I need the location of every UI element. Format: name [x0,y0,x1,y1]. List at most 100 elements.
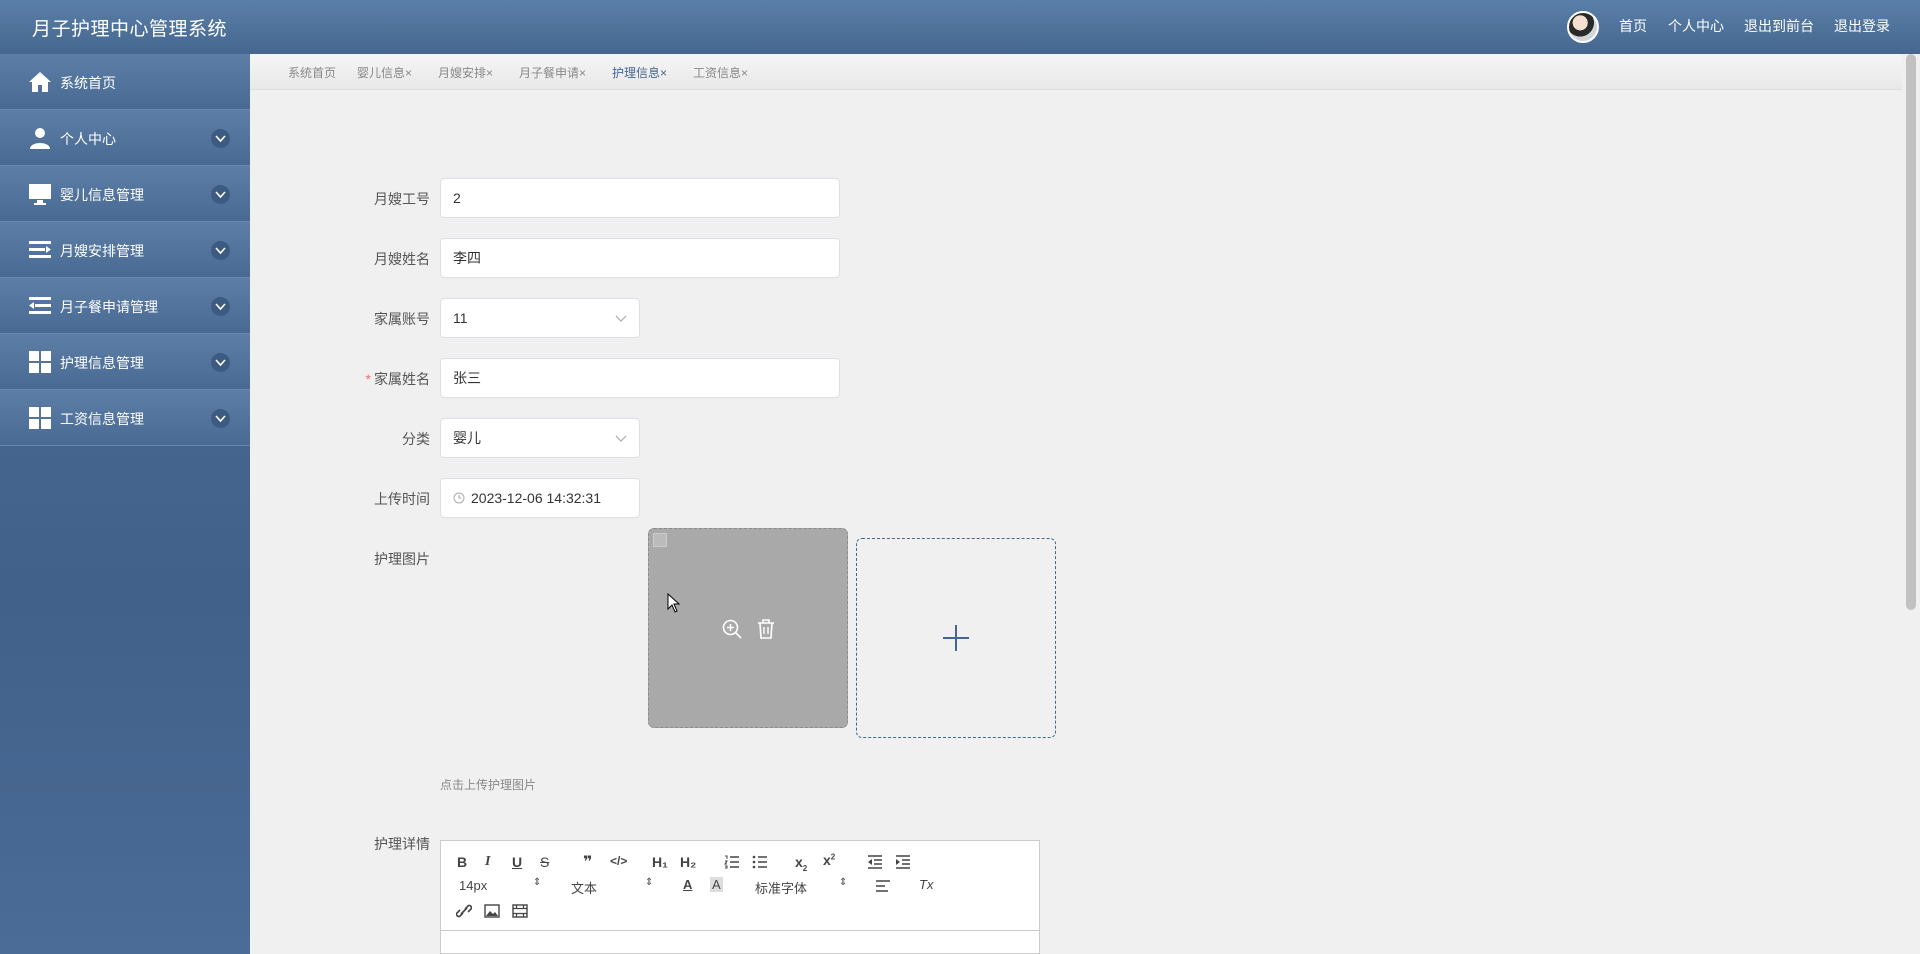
image-icon[interactable] [484,904,500,918]
sidebar-item-nursing[interactable]: 护理信息管理 [0,334,250,390]
h1-button[interactable]: H₁ [652,854,668,870]
monitor-icon [29,184,51,205]
worker-name-label: 月嫂姓名 [374,251,430,267]
worker-id-input[interactable]: 2 [440,178,840,218]
clear-format-button[interactable]: Tx [919,877,933,892]
upload-image-button[interactable] [856,538,1056,738]
plus-icon [943,625,969,651]
block-arrows-icon: ⇕ [645,877,654,888]
tab-bar: 系统首页 婴儿信息× 月嫂安排× 月子餐申请× 护理信息× 工资信息× [250,54,1902,90]
chevron-down-icon[interactable] [211,409,230,428]
sidebar-item-meal[interactable]: 月子餐申请管理 [0,278,250,334]
tab-nursing[interactable]: 护理信息× [612,64,667,81]
sidebar-item-home[interactable]: 系统首页 [0,54,250,110]
rich-text-editor[interactable]: B I U S ❞ </> H₁ H₂ x2 x2 14px ⇕ 文本 ⇕ A … [440,840,1040,954]
image-label: 护理图片 [374,551,430,567]
chevron-down-icon [615,315,627,322]
mouse-cursor-icon [667,593,681,613]
font-color-button[interactable]: A [683,877,692,892]
sidebar-item-baby[interactable]: 婴儿信息管理 [0,166,250,222]
tab-meal[interactable]: 月子餐申请× [519,64,586,81]
close-icon[interactable]: × [579,66,586,80]
sidebar-item-label: 护理信息管理 [60,355,144,371]
close-icon[interactable]: × [486,66,493,80]
quote-button[interactable]: ❞ [583,852,592,872]
family-name-label: * 家属姓名 [365,371,430,387]
details-label: 护理详情 [374,836,430,852]
home-icon [29,72,51,92]
bold-button[interactable]: B [457,854,467,870]
font-size-select[interactable]: 14px [459,878,487,893]
close-icon[interactable]: × [741,66,748,80]
tab-baby[interactable]: 婴儿信息× [357,64,412,81]
tab-home[interactable]: 系统首页 [288,64,336,81]
chevron-down-icon[interactable] [211,129,230,148]
link-icon[interactable] [456,904,472,918]
nav-logout-link[interactable]: 退出登录 [1834,16,1890,36]
family-name-input[interactable]: 张三 [440,358,840,398]
font-family-arrows-icon: ⇕ [839,877,848,888]
family-account-select[interactable]: 11 [440,298,640,338]
close-icon[interactable]: × [405,66,412,80]
code-button[interactable]: </> [610,854,627,868]
uploaded-image-card[interactable] [648,528,848,728]
font-family-select[interactable]: 标准字体 [755,878,807,897]
top-header: 月子护理中心管理系统 首页 个人中心 退出到前台 退出登录 [0,0,1920,54]
scrollbar-thumb[interactable] [1906,54,1916,610]
upload-time-picker[interactable]: 2023-12-06 14:32:31 [440,478,640,518]
clock-icon [453,492,465,504]
sidebar-item-label: 工资信息管理 [60,411,144,427]
upload-time-value: 2023-12-06 14:32:31 [471,490,601,506]
nav-home-link[interactable]: 首页 [1619,16,1647,36]
zoom-in-icon[interactable] [721,618,743,640]
family-account-value: 11 [453,310,468,326]
sidebar-item-label: 月嫂安排管理 [60,243,144,259]
category-select[interactable]: 婴儿 [440,418,640,458]
sidebar-item-label: 系统首页 [60,75,116,91]
upload-time-label: 上传时间 [374,491,430,507]
chevron-down-icon[interactable] [211,241,230,260]
worker-name-input[interactable]: 李四 [440,238,840,278]
page-scrollbar[interactable] [1902,54,1920,954]
strike-button[interactable]: S [540,854,549,870]
editor-toolbar: B I U S ❞ </> H₁ H₂ x2 x2 14px ⇕ 文本 ⇕ A … [441,841,1039,931]
close-icon[interactable]: × [660,66,667,80]
block-format-select[interactable]: 文本 [571,878,597,897]
sidebar-item-label: 个人中心 [60,131,116,147]
tab-worker[interactable]: 月嫂安排× [438,64,493,81]
background-color-button[interactable]: A [710,877,723,892]
worker-id-label: 月嫂工号 [374,191,430,207]
avatar[interactable] [1567,11,1599,43]
chevron-down-icon[interactable] [211,185,230,204]
nav-profile-link[interactable]: 个人中心 [1668,16,1724,36]
bullet-list-icon[interactable] [752,855,768,869]
h2-button[interactable]: H₂ [680,854,696,870]
user-icon [30,128,50,149]
video-icon[interactable] [512,904,528,918]
delete-icon[interactable] [756,618,776,640]
font-size-arrows-icon: ⇕ [533,877,542,888]
sidebar: 系统首页 个人中心 婴儿信息管理 月嫂安排管理 月子餐申请管理 护理信息管理 工… [0,54,250,954]
nav-front-link[interactable]: 退出到前台 [1744,16,1814,36]
align-left-icon[interactable] [875,880,891,892]
ordered-list-icon[interactable] [724,855,740,869]
sidebar-item-label: 婴儿信息管理 [60,187,144,203]
category-label: 分类 [402,431,430,447]
italic-button[interactable]: I [485,854,490,870]
sidebar-item-salary[interactable]: 工资信息管理 [0,390,250,446]
family-account-label: 家属账号 [374,311,430,327]
sidebar-item-worker[interactable]: 月嫂安排管理 [0,222,250,278]
chevron-down-icon[interactable] [211,353,230,372]
app-title: 月子护理中心管理系统 [32,19,228,40]
indent-icon[interactable] [895,855,911,869]
chevron-down-icon[interactable] [211,297,230,316]
tab-salary[interactable]: 工资信息× [693,64,748,81]
grid-icon [29,407,51,429]
superscript-button[interactable]: x2 [823,852,835,868]
grid-icon [29,351,51,373]
subscript-button[interactable]: x2 [795,854,807,873]
sidebar-item-profile[interactable]: 个人中心 [0,110,250,166]
outdent-icon[interactable] [867,855,883,869]
underline-button[interactable]: U [512,854,522,870]
category-value: 婴儿 [453,430,481,446]
